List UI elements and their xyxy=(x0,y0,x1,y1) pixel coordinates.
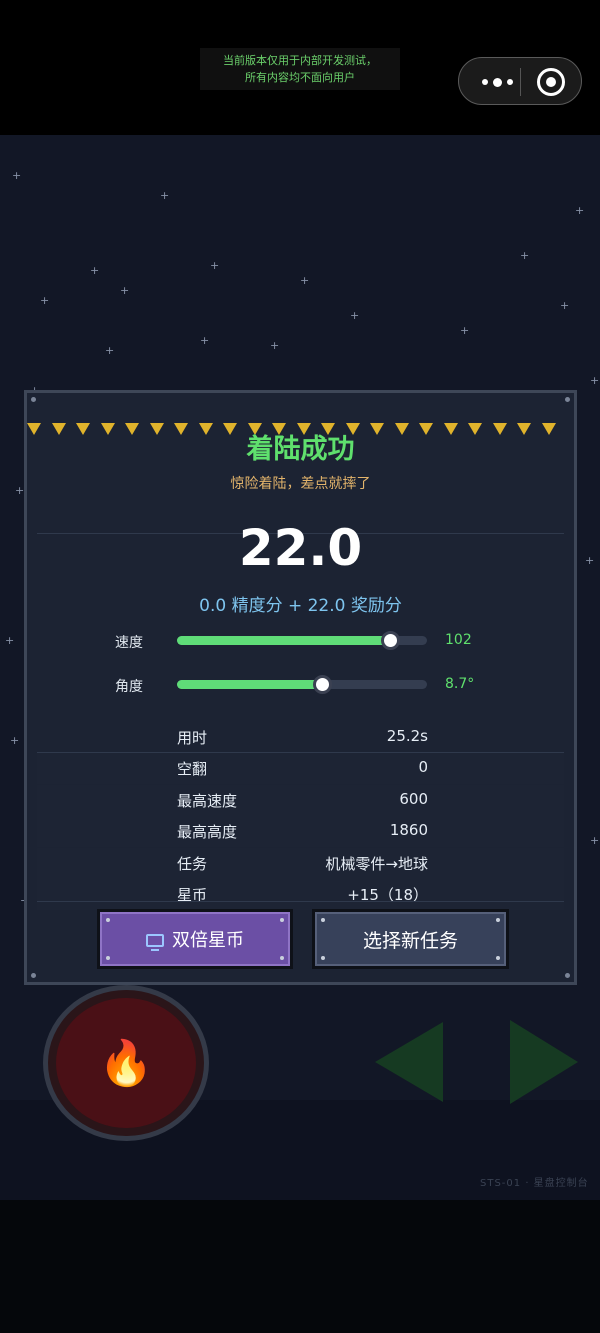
angle-meter-knob xyxy=(313,675,332,694)
arrow-right-icon[interactable] xyxy=(510,1020,578,1104)
more-dots-icon[interactable] xyxy=(473,71,521,93)
tv-icon xyxy=(146,933,164,951)
new-mission-label: 选择新任务 xyxy=(362,929,458,952)
speed-meter-fill xyxy=(177,636,390,645)
star-icon: + xyxy=(560,299,570,312)
star-icon: + xyxy=(210,259,220,272)
star-icon: + xyxy=(590,834,600,847)
fire-icon: 🔥 xyxy=(56,998,196,1128)
speed-meter xyxy=(177,631,427,650)
stat-label: 最高速度 xyxy=(177,792,238,810)
star-icon: + xyxy=(520,249,530,262)
result-title: 着陆成功 xyxy=(246,434,355,465)
score-breakdown: 0.0 精度分 + 22.0 奖励分 xyxy=(199,596,402,616)
star-icon: + xyxy=(350,309,360,322)
star-icon: + xyxy=(105,344,115,357)
star-icon: + xyxy=(5,634,15,647)
double-coins-button[interactable]: 双倍星币 xyxy=(97,909,293,969)
capsule-divider xyxy=(520,68,521,96)
stat-row: 空翻 0 xyxy=(37,753,564,784)
stat-row: 用时 25.2s xyxy=(37,722,564,753)
rivet xyxy=(565,973,570,978)
rivet xyxy=(565,397,570,402)
angle-value: 8.7° xyxy=(445,676,475,692)
speed-label: 速度 xyxy=(115,635,143,651)
star-icon: + xyxy=(40,294,50,307)
top-bar: 当前版本仅用于内部开发测试， 所有内容均不面向用户 xyxy=(0,0,600,135)
dev-notice-line-2: 所有内容均不面向用户 xyxy=(245,71,355,84)
stat-row: 最高速度 600 xyxy=(37,785,564,816)
dev-notice: 当前版本仅用于内部开发测试， 所有内容均不面向用户 xyxy=(200,48,400,90)
footer-code: STS-01 · 星盘控制台 xyxy=(480,1178,589,1189)
thrust-button[interactable]: 🔥 xyxy=(43,985,209,1141)
star-icon: + xyxy=(120,284,130,297)
star-icon: + xyxy=(300,274,310,287)
star-icon: + xyxy=(590,374,600,387)
angle-meter-fill xyxy=(177,680,322,689)
star-icon: + xyxy=(12,169,22,182)
bottom-area xyxy=(0,1200,600,1333)
stat-row: 星币 +15（18） xyxy=(37,879,564,910)
star-icon: + xyxy=(575,204,585,217)
dev-notice-line-1: 当前版本仅用于内部开发测试， xyxy=(223,54,377,67)
double-coins-label: 双倍星币 xyxy=(172,930,244,951)
angle-label: 角度 xyxy=(115,679,143,695)
star-icon: + xyxy=(10,734,20,747)
stat-row: 最高高度 1860 xyxy=(37,816,564,847)
star-icon: + xyxy=(90,264,100,277)
target-circle-icon[interactable] xyxy=(537,68,565,96)
star-icon: + xyxy=(15,484,25,497)
divider xyxy=(37,901,564,902)
stat-label: 任务 xyxy=(177,855,208,873)
stat-value: 600 xyxy=(399,790,428,808)
stat-value: 0 xyxy=(418,758,428,776)
stat-value: 25.2s xyxy=(386,727,428,745)
arrow-left-icon[interactable] xyxy=(375,1022,443,1102)
stat-label: 空翻 xyxy=(177,760,208,778)
rivet xyxy=(31,973,36,978)
stat-value: 机械零件→地球 xyxy=(325,855,428,873)
speed-meter-knob xyxy=(380,631,400,650)
star-icon: + xyxy=(270,339,280,352)
stat-label: 最高高度 xyxy=(177,823,238,841)
stat-label: 用时 xyxy=(177,729,208,747)
star-icon: + xyxy=(585,554,595,567)
landing-result-panel: 着陆成功 惊险着陆，差点就摔了 22.0 0.0 精度分 + 22.0 奖励分 … xyxy=(24,390,577,985)
stat-row: 任务 机械零件→地球 xyxy=(37,848,564,879)
miniprogram-capsule xyxy=(458,57,582,105)
star-icon: + xyxy=(160,189,170,202)
result-score: 22.0 xyxy=(238,519,363,577)
star-icon: + xyxy=(200,334,210,347)
stat-value: 1860 xyxy=(389,821,428,839)
star-icon: + xyxy=(460,324,470,337)
speed-value: 102 xyxy=(445,632,472,648)
angle-meter xyxy=(177,675,427,694)
rivet xyxy=(31,397,36,402)
result-subtitle: 惊险着陆，差点就摔了 xyxy=(230,476,371,492)
new-mission-button[interactable]: 选择新任务 xyxy=(312,909,509,969)
